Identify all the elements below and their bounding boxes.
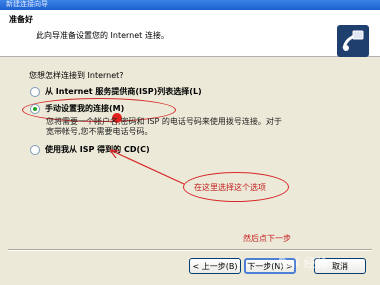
isp-cd-radio[interactable]: [30, 144, 40, 155]
option-isp-cd-label: 使用我从 ISP 得到的 CD(C): [45, 145, 150, 154]
window-title: 新建连接向导: [6, 0, 48, 8]
page-subtitle: 此向导准备设置您的 Internet 连接。: [36, 31, 169, 40]
title-bar[interactable]: 新建连接向导: [0, 0, 380, 10]
option-isp-cd[interactable]: 使用我从 ISP 得到的 CD(C): [30, 144, 150, 155]
manual-setup-description: 您将需要一个帐户名,密码和 ISP 的电话号码来使用拨号连接。对于 宽带帐号,您…: [46, 117, 346, 137]
wizard-window: 新建连接向导 准备好 此向导准备设置您的 Internet 连接。 您想怎样连接…: [0, 0, 380, 285]
watermark: Bai 经验: [278, 256, 328, 270]
isp-list-radio[interactable]: [30, 86, 40, 97]
description-line: 宽带帐号,您不需要电话号码。: [46, 127, 153, 136]
annotation-then-next: 然后点下一步: [243, 234, 291, 243]
option-isp-list[interactable]: 从 Internet 服务提供商(ISP)列表选择(L): [30, 86, 202, 97]
description-line: 您将需要一个帐户名,密码和 ISP 的电话号码来使用拨号连接。对于: [46, 117, 282, 126]
annotation-select-option: 在这里选择这个选项: [194, 183, 266, 192]
annotation-arrow-line: [109, 149, 185, 185]
wizard-header: 准备好 此向导准备设置您的 Internet 连接。: [0, 10, 380, 57]
wizard-connection-icon: [337, 25, 369, 57]
back-button[interactable]: < 上一步(B): [189, 258, 241, 274]
connection-question: 您想怎样连接到 Internet?: [29, 71, 124, 80]
page-title: 准备好: [9, 15, 33, 24]
option-isp-list-label: 从 Internet 服务提供商(ISP)列表选择(L): [45, 87, 202, 96]
footer-divider: [8, 249, 372, 251]
